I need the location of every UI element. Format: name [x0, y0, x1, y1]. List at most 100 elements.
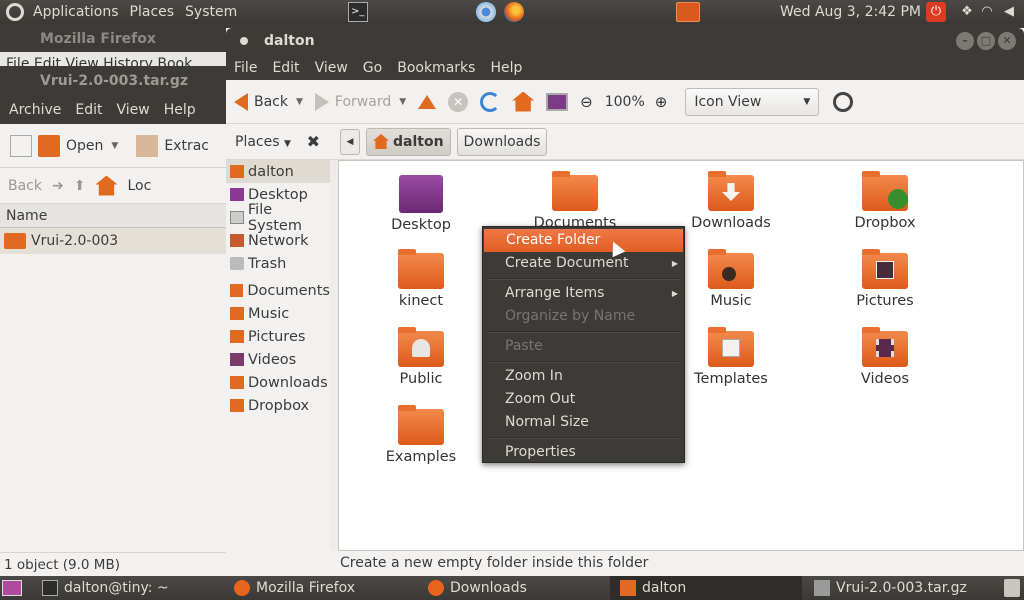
open-dropdown-icon[interactable]: ▼ — [111, 141, 118, 151]
archive-forward-icon[interactable]: ➔ — [52, 178, 64, 194]
archive-row[interactable]: Vrui-2.0-003 — [0, 228, 226, 254]
stop-button[interactable]: ✕ — [448, 91, 469, 112]
menu-zoom-in[interactable]: Zoom In — [483, 365, 684, 388]
task-archive[interactable]: Vrui-2.0-003.tar.gz — [804, 576, 1000, 600]
sidebar-item-file-system[interactable]: File System — [226, 202, 330, 234]
sidebar-item-pictures[interactable]: Pictures — [226, 325, 330, 348]
view-mode-select[interactable]: Icon View ▼ — [685, 87, 820, 116]
menu-create-folder[interactable]: Create Folder — [484, 229, 683, 252]
sidebar-item-downloads[interactable]: Downloads — [226, 371, 330, 394]
extract-icon[interactable] — [136, 134, 159, 157]
back-button[interactable]: Back ▼ — [234, 92, 303, 111]
extract-button[interactable]: Extrac — [164, 138, 209, 154]
computer-button[interactable] — [546, 92, 569, 111]
close-icon[interactable]: ✕ — [998, 32, 1016, 50]
archive-menu-archive[interactable]: Archive — [9, 102, 61, 118]
power-icon[interactable]: ⏻ — [926, 2, 946, 22]
sidebar-item-dalton[interactable]: dalton — [226, 160, 330, 183]
breadcrumb-label: dalton — [393, 133, 444, 150]
firefox-window-title[interactable]: Mozilla Firefox — [0, 26, 230, 52]
menu-normal-size[interactable]: Normal Size — [483, 411, 684, 434]
task-firefox[interactable]: Mozilla Firefox — [224, 576, 416, 600]
back-dropdown-icon[interactable]: ▼ — [296, 97, 303, 107]
close-sidebar-icon[interactable]: ✖ — [307, 132, 320, 151]
archive-column-name[interactable]: Name — [0, 204, 226, 228]
firefox-menubar[interactable]: File Edit View History Book — [0, 52, 230, 66]
menu-file[interactable]: File — [234, 60, 257, 76]
file-documents[interactable]: Documents — [515, 171, 635, 231]
ubuntu-logo-icon[interactable] — [6, 3, 24, 21]
archive-home-icon[interactable] — [95, 175, 118, 196]
menu-create-document[interactable]: Create Document ▶ — [483, 252, 684, 275]
back-arrow-icon — [234, 92, 248, 111]
sidebar-item-documents[interactable]: Documents — [226, 279, 330, 302]
terminal-launcher-icon[interactable]: >_ — [348, 2, 368, 22]
volume-icon[interactable]: ◀ — [1000, 3, 1018, 21]
menu-help[interactable]: Help — [490, 60, 522, 76]
show-desktop-icon[interactable] — [2, 580, 22, 596]
zoom-level[interactable]: 100% — [605, 94, 645, 110]
window-menu-icon[interactable] — [240, 37, 248, 45]
menu-edit[interactable]: Edit — [272, 60, 299, 76]
breadcrumb-scroll-left[interactable]: ◀ — [340, 128, 360, 155]
open-archive-button[interactable]: Open — [66, 138, 103, 154]
menu-bookmarks[interactable]: Bookmarks — [397, 60, 475, 76]
dropbox-tray-icon[interactable]: ❖ — [958, 3, 976, 21]
minimize-icon[interactable]: – — [956, 32, 974, 50]
zoom-out-button[interactable]: ⊖ — [580, 93, 593, 111]
files-launcher-icon[interactable] — [676, 2, 700, 22]
sidebar-item-music[interactable]: Music — [226, 302, 330, 325]
wifi-icon[interactable]: ◠ — [978, 3, 996, 21]
file-music[interactable]: Music — [671, 249, 791, 309]
zoom-in-button[interactable]: ⊕ — [655, 93, 668, 111]
file-examples[interactable]: Examples — [361, 405, 481, 465]
file-pictures[interactable]: Pictures — [825, 249, 945, 309]
search-icon[interactable] — [833, 91, 854, 112]
file-desktop[interactable]: Desktop — [361, 175, 481, 233]
archive-menu-help[interactable]: Help — [164, 102, 196, 118]
system-menu[interactable]: System — [185, 4, 237, 20]
clock[interactable]: Wed Aug 3, 2:42 PM — [780, 4, 921, 20]
trash-applet-icon[interactable] — [1004, 579, 1020, 597]
archive-up-icon[interactable]: ⬆ — [74, 178, 86, 194]
file-templates[interactable]: Templates — [671, 327, 791, 387]
archive-back-button[interactable]: Back — [8, 178, 42, 194]
sidebar-item-dropbox[interactable]: Dropbox — [226, 394, 330, 417]
task-terminal[interactable]: dalton@tiny: ~ — [32, 576, 218, 600]
applications-menu[interactable]: Applications — [33, 4, 119, 20]
menu-zoom-out[interactable]: Zoom Out — [483, 388, 684, 411]
places-dropdown-icon[interactable]: ▼ — [284, 139, 291, 149]
file-public[interactable]: Public — [361, 327, 481, 387]
menu-arrange-items[interactable]: Arrange Items ▶ — [483, 282, 684, 305]
menu-view[interactable]: View — [315, 60, 348, 76]
breadcrumb-dalton[interactable]: dalton — [366, 127, 451, 156]
open-archive-icon[interactable] — [38, 134, 60, 157]
file-videos[interactable]: Videos — [825, 327, 945, 387]
places-menu[interactable]: Places — [130, 4, 175, 20]
sidebar-item-trash[interactable]: Trash — [226, 252, 330, 275]
menu-properties[interactable]: Properties — [483, 441, 684, 464]
forward-button[interactable]: Forward ▼ — [314, 92, 406, 111]
file-dropbox[interactable]: Dropbox — [825, 171, 945, 231]
home-button[interactable] — [512, 91, 535, 112]
chromium-launcher-icon[interactable] — [476, 2, 496, 22]
window-title[interactable]: dalton – □ ✕ — [226, 28, 1024, 55]
archive-window-title[interactable]: Vrui-2.0-003.tar.gz — [0, 66, 226, 96]
archive-menu-view[interactable]: View — [117, 102, 150, 118]
sidebar-item-videos[interactable]: Videos — [226, 348, 330, 371]
archive-menu-edit[interactable]: Edit — [75, 102, 102, 118]
file-kinect[interactable]: kinect — [361, 249, 481, 309]
reload-button[interactable] — [480, 91, 501, 112]
firefox-launcher-icon[interactable] — [504, 2, 524, 22]
forward-dropdown-icon[interactable]: ▼ — [399, 97, 406, 107]
new-archive-icon[interactable] — [10, 134, 32, 157]
places-header[interactable]: Places ▼ ✖ — [226, 132, 330, 151]
menu-go[interactable]: Go — [363, 60, 382, 76]
breadcrumb-downloads[interactable]: Downloads — [456, 127, 548, 156]
sidebar-splitter[interactable] — [330, 160, 338, 551]
task-dalton[interactable]: dalton — [610, 576, 802, 600]
up-button[interactable] — [418, 94, 437, 109]
task-downloads[interactable]: Downloads — [418, 576, 608, 600]
maximize-icon[interactable]: □ — [977, 32, 995, 50]
file-downloads[interactable]: Downloads — [671, 171, 791, 231]
